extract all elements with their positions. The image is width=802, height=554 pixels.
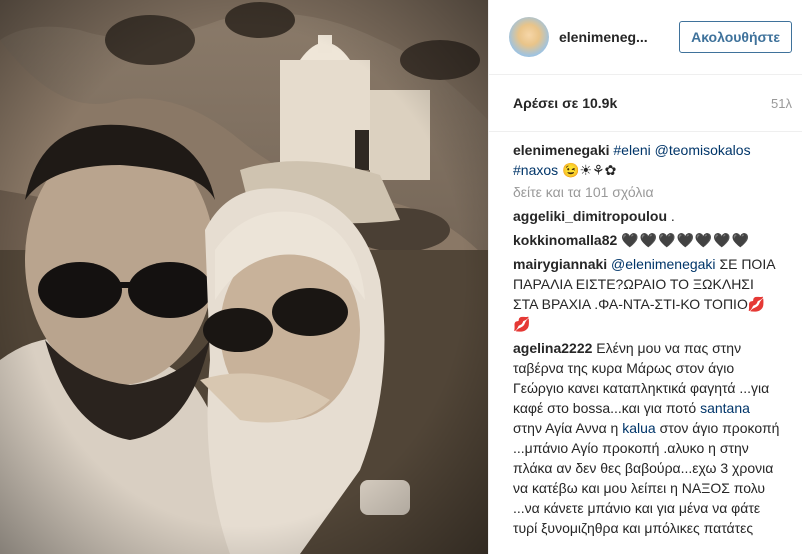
- username[interactable]: elenimeneg...: [559, 29, 679, 45]
- follow-button[interactable]: Ακολουθήστε: [679, 21, 792, 53]
- post-header: elenimeneg... Ακολουθήστε: [489, 0, 802, 75]
- comment-link-kalua[interactable]: kalua: [622, 420, 655, 436]
- view-all-comments-link[interactable]: δείτε και τα 101 σχόλια: [513, 184, 782, 200]
- comment-text: 🖤🖤🖤🖤🖤🖤🖤: [621, 232, 751, 248]
- comment: kokkinomalla82 🖤🖤🖤🖤🖤🖤🖤: [513, 230, 782, 250]
- comment-user[interactable]: agelina2222: [513, 340, 592, 356]
- comment: agelina2222 Ελένη μου να πας στην ταβέρν…: [513, 338, 782, 538]
- hashtag-naxos[interactable]: #naxos: [513, 162, 558, 178]
- comment-user[interactable]: mairygiannaki: [513, 256, 607, 272]
- hashtag-eleni[interactable]: #eleni: [613, 142, 650, 158]
- comment-link-santana[interactable]: santana: [700, 400, 750, 416]
- comment-text: στην Αγία Αννα η: [513, 420, 619, 436]
- post-photo[interactable]: [0, 0, 488, 554]
- comment-text: .: [670, 208, 675, 224]
- post-sidebar: elenimeneg... Ακολουθήστε Αρέσει σε 10.9…: [488, 0, 802, 554]
- comments-list: elenimenegaki #eleni @teomisokalos #naxo…: [489, 131, 802, 538]
- photo-image: [0, 0, 488, 554]
- comment-text: στον άγιο προκοπή ...μπάνιο Αγίο προκοπή…: [513, 420, 780, 536]
- likes-count[interactable]: Αρέσει σε 10.9k: [513, 95, 617, 111]
- comment-user[interactable]: aggeliki_dimitropoulou: [513, 208, 667, 224]
- caption: elenimenegaki #eleni @teomisokalos #naxo…: [513, 140, 782, 180]
- post: elenimeneg... Ακολουθήστε Αρέσει σε 10.9…: [0, 0, 802, 554]
- likes-row: Αρέσει σε 10.9k 51λ: [489, 75, 802, 131]
- comment: aggeliki_dimitropoulou .: [513, 206, 782, 226]
- mention-teomisokalos[interactable]: @teomisokalos: [655, 142, 751, 158]
- comment: mairygiannaki @elenimenegaki ΣΕ ΠΟΙΑ ΠΑΡ…: [513, 254, 782, 334]
- post-time[interactable]: 51λ: [771, 96, 792, 111]
- caption-emoji: 😉☀⚘✿: [562, 162, 617, 178]
- caption-user[interactable]: elenimenegaki: [513, 142, 610, 158]
- avatar[interactable]: [509, 17, 549, 57]
- comment-mention[interactable]: @elenimenegaki: [611, 256, 716, 272]
- comment-user[interactable]: kokkinomalla82: [513, 232, 617, 248]
